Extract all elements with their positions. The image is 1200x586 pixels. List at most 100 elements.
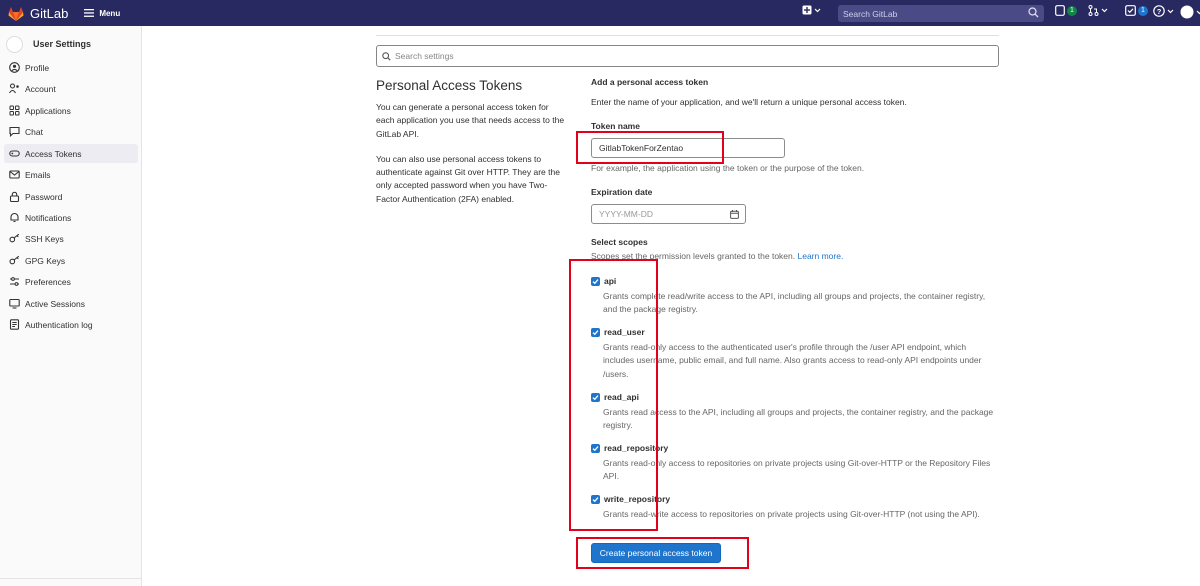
sidebar-item-label: Active Sessions — [25, 298, 85, 309]
sidebar-item-label: Applications — [25, 105, 71, 116]
gitlab-fox-icon — [8, 6, 24, 21]
sidebar-item-access-tokens[interactable]: Access Tokens — [4, 144, 138, 163]
sidebar-item-chat[interactable]: Chat — [4, 122, 138, 141]
sidebar-item-account[interactable]: Account — [4, 79, 138, 98]
chevron-down-icon — [1167, 9, 1174, 13]
scope-checkbox[interactable] — [591, 327, 600, 337]
expiration-label: Expiration date — [591, 187, 653, 197]
scope-row: write_repository — [591, 494, 995, 504]
sidebar-item-label: Account — [25, 83, 56, 94]
scope-name[interactable]: read_user — [604, 327, 645, 337]
sidebar-item-gpg-keys[interactable]: GPG Keys — [4, 251, 138, 270]
merge-request-icon — [1088, 5, 1099, 16]
sidebar-item-label: Password — [25, 191, 63, 202]
sidebar-header[interactable]: User Settings — [0, 28, 141, 60]
sidebar-item-authentication-log[interactable]: Authentication log — [4, 315, 138, 334]
scope-read-user: read_user Grants read-only access to the … — [591, 327, 995, 381]
chat-icon — [8, 126, 20, 138]
expiration-placeholder: YYYY-MM-DD — [599, 209, 653, 219]
create-token-button[interactable]: Create personal access token — [591, 543, 721, 563]
preferences-icon — [8, 276, 20, 288]
sidebar-item-profile[interactable]: Profile — [4, 58, 138, 77]
scope-read-api: read_api Grants read access to the API, i… — [591, 392, 995, 433]
sidebar-item-emails[interactable]: Emails — [4, 165, 138, 184]
scope-description: Grants read-write access to repositories… — [603, 509, 980, 519]
scope-checkbox[interactable] — [591, 392, 600, 402]
menu-button[interactable]: Menu — [84, 9, 120, 18]
sidebar-item-label: Chat — [25, 126, 43, 137]
scope-read-repository: read_repository Grants read-only access t… — [591, 443, 995, 484]
sidebar-item-active-sessions[interactable]: Active Sessions — [4, 294, 138, 313]
menu-label: Menu — [99, 8, 121, 18]
check-icon — [592, 496, 599, 502]
calendar-icon[interactable] — [730, 210, 739, 219]
scope-description: Grants read-only access to repositories … — [603, 458, 991, 482]
scopes-hint-row: Scopes set the permission levels granted… — [591, 251, 843, 261]
search-input[interactable]: Search GitLab — [838, 5, 1044, 22]
bell-icon — [8, 212, 20, 224]
sidebar-item-label: Authentication log — [25, 319, 93, 330]
svg-text:?: ? — [1157, 7, 1162, 16]
sidebar-item-label: Emails — [25, 169, 51, 180]
search-icon — [1028, 7, 1039, 18]
applications-icon — [8, 105, 20, 117]
top-divider — [376, 35, 999, 36]
check-icon — [592, 445, 599, 451]
scope-api: api Grants complete read/write access to … — [591, 276, 995, 317]
user-menu[interactable] — [1180, 5, 1200, 19]
scope-checkbox[interactable] — [591, 276, 600, 286]
issues-button[interactable]: 1 — [1055, 5, 1077, 16]
section-intro: Personal Access Tokens You can generate … — [376, 78, 576, 206]
token-name-hint: For example, the application using the t… — [591, 163, 865, 173]
todos-button[interactable]: 1 — [1125, 5, 1148, 16]
scope-row: read_repository — [591, 443, 995, 453]
scope-row: read_user — [591, 327, 995, 337]
issues-count-badge: 1 — [1067, 5, 1077, 16]
todo-check-icon — [1125, 5, 1136, 16]
chevron-down-icon — [814, 8, 821, 12]
scope-name[interactable]: read_api — [604, 392, 639, 402]
description-2: You can also use personal access tokens … — [376, 153, 560, 204]
sidebar-item-label: Access Tokens — [25, 148, 82, 159]
token-name-field[interactable]: GitlabTokenForZentao — [591, 138, 785, 158]
sidebar-item-notifications[interactable]: Notifications — [4, 208, 138, 227]
check-icon — [592, 278, 599, 284]
sidebar-item-label: Profile — [25, 62, 50, 73]
learn-more-link[interactable]: Learn more. — [798, 251, 844, 261]
profile-icon — [8, 62, 20, 74]
sidebar-divider — [0, 578, 141, 579]
token-name-value: GitlabTokenForZentao — [599, 143, 684, 153]
sidebar-item-applications[interactable]: Applications — [4, 101, 138, 120]
help-dropdown[interactable]: ? — [1153, 5, 1174, 17]
sidebar-item-ssh-keys[interactable]: SSH Keys — [4, 229, 138, 248]
scopes-hint: Scopes set the permission levels granted… — [591, 251, 796, 261]
scope-name[interactable]: write_repository — [604, 494, 670, 504]
account-icon — [8, 83, 20, 95]
check-icon — [592, 394, 599, 400]
scope-description: Grants read access to the API, including… — [603, 407, 994, 431]
expiration-date-field[interactable]: YYYY-MM-DD — [591, 204, 746, 224]
scope-name[interactable]: read_repository — [604, 443, 668, 453]
key-icon — [8, 255, 20, 267]
user-avatar-icon — [1180, 5, 1194, 19]
sidebar-item-password[interactable]: Password — [4, 187, 138, 206]
sidebar-item-preferences[interactable]: Preferences — [4, 272, 138, 291]
sidebar-item-label: GPG Keys — [25, 255, 66, 266]
scope-checkbox[interactable] — [591, 494, 600, 504]
gitlab-logo[interactable]: GitLab — [8, 6, 68, 21]
help-icon: ? — [1153, 5, 1165, 17]
scope-name[interactable]: api — [604, 276, 616, 286]
sidebar-item-label: SSH Keys — [25, 233, 64, 244]
new-item-dropdown[interactable] — [802, 5, 821, 15]
sidebar-item-label: Preferences — [25, 276, 71, 287]
scope-checkbox[interactable] — [591, 443, 600, 453]
merge-requests-dropdown[interactable] — [1088, 5, 1108, 16]
scopes-label: Select scopes — [591, 237, 648, 247]
sidebar-title: User Settings — [33, 39, 92, 49]
sidebar-item-label: Notifications — [25, 212, 72, 223]
plus-square-icon — [802, 5, 812, 15]
settings-search-input[interactable]: Search settings — [376, 45, 999, 67]
lock-icon — [8, 191, 20, 203]
sessions-icon — [8, 298, 20, 310]
settings-search-placeholder: Search settings — [395, 51, 454, 61]
